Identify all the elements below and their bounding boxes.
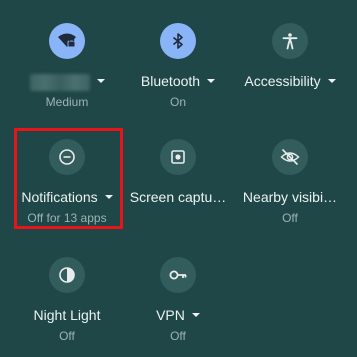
screen-capture-label-row[interactable]: Screen captu… bbox=[119, 189, 237, 205]
nearby-visibility-tile[interactable]: Nearby visibi… Off bbox=[231, 139, 349, 239]
night-light-tile[interactable]: Night Light Off bbox=[8, 257, 126, 357]
screen-capture-tile[interactable]: Screen captu… bbox=[119, 139, 237, 239]
vpn-label-row[interactable]: VPN bbox=[119, 307, 237, 323]
accessibility-toggle-button[interactable] bbox=[272, 23, 308, 59]
night-light-label-row[interactable]: Night Light bbox=[8, 307, 126, 323]
screen-capture-icon bbox=[169, 148, 187, 166]
wifi-network-name bbox=[29, 73, 90, 91]
screen-capture-label: Screen captu… bbox=[129, 189, 227, 205]
nearby-visibility-button[interactable] bbox=[272, 139, 308, 175]
vpn-button[interactable] bbox=[160, 257, 196, 293]
screen-capture-button[interactable] bbox=[160, 139, 196, 175]
nearby-visibility-status: Off bbox=[282, 211, 298, 225]
night-light-label: Night Light bbox=[33, 307, 101, 323]
bluetooth-label: Bluetooth bbox=[140, 73, 201, 89]
bluetooth-dropdown-caret[interactable] bbox=[207, 79, 216, 84]
bluetooth-tile[interactable]: Bluetooth On bbox=[119, 23, 237, 123]
vpn-status: Off bbox=[170, 329, 186, 343]
nearby-visibility-label-row[interactable]: Nearby visibi… bbox=[231, 189, 349, 205]
accessibility-tile[interactable]: Accessibility bbox=[231, 23, 349, 123]
wifi-status: Medium bbox=[45, 95, 89, 109]
wifi-dropdown-caret[interactable] bbox=[96, 79, 105, 84]
wifi-toggle-button[interactable] bbox=[49, 23, 85, 59]
bluetooth-toggle-button[interactable] bbox=[160, 23, 196, 59]
accessibility-label-row[interactable]: Accessibility bbox=[231, 73, 349, 89]
night-light-status: Off bbox=[59, 329, 75, 343]
accessibility-dropdown-caret[interactable] bbox=[327, 79, 336, 84]
accessibility-icon bbox=[281, 32, 299, 50]
annotation-highlight-box bbox=[14, 128, 123, 229]
wifi-label-row[interactable] bbox=[8, 73, 126, 91]
wifi-tile[interactable]: Medium bbox=[8, 23, 126, 123]
vpn-label: VPN bbox=[156, 307, 185, 323]
wifi-lock-icon bbox=[57, 31, 77, 51]
quick-settings-panel: Medium Bluetooth On Accessibility Notifi… bbox=[0, 0, 357, 348]
visibility-off-icon bbox=[280, 147, 300, 167]
accessibility-label: Accessibility bbox=[244, 73, 321, 89]
vpn-dropdown-caret[interactable] bbox=[191, 313, 200, 318]
vpn-key-icon bbox=[168, 265, 188, 285]
nearby-visibility-label: Nearby visibi… bbox=[242, 189, 338, 205]
bluetooth-label-row[interactable]: Bluetooth bbox=[119, 73, 237, 89]
night-light-button[interactable] bbox=[49, 257, 85, 293]
night-light-icon bbox=[58, 266, 76, 284]
bluetooth-icon bbox=[169, 32, 187, 50]
vpn-tile[interactable]: VPN Off bbox=[119, 257, 237, 357]
bluetooth-status: On bbox=[169, 95, 186, 109]
